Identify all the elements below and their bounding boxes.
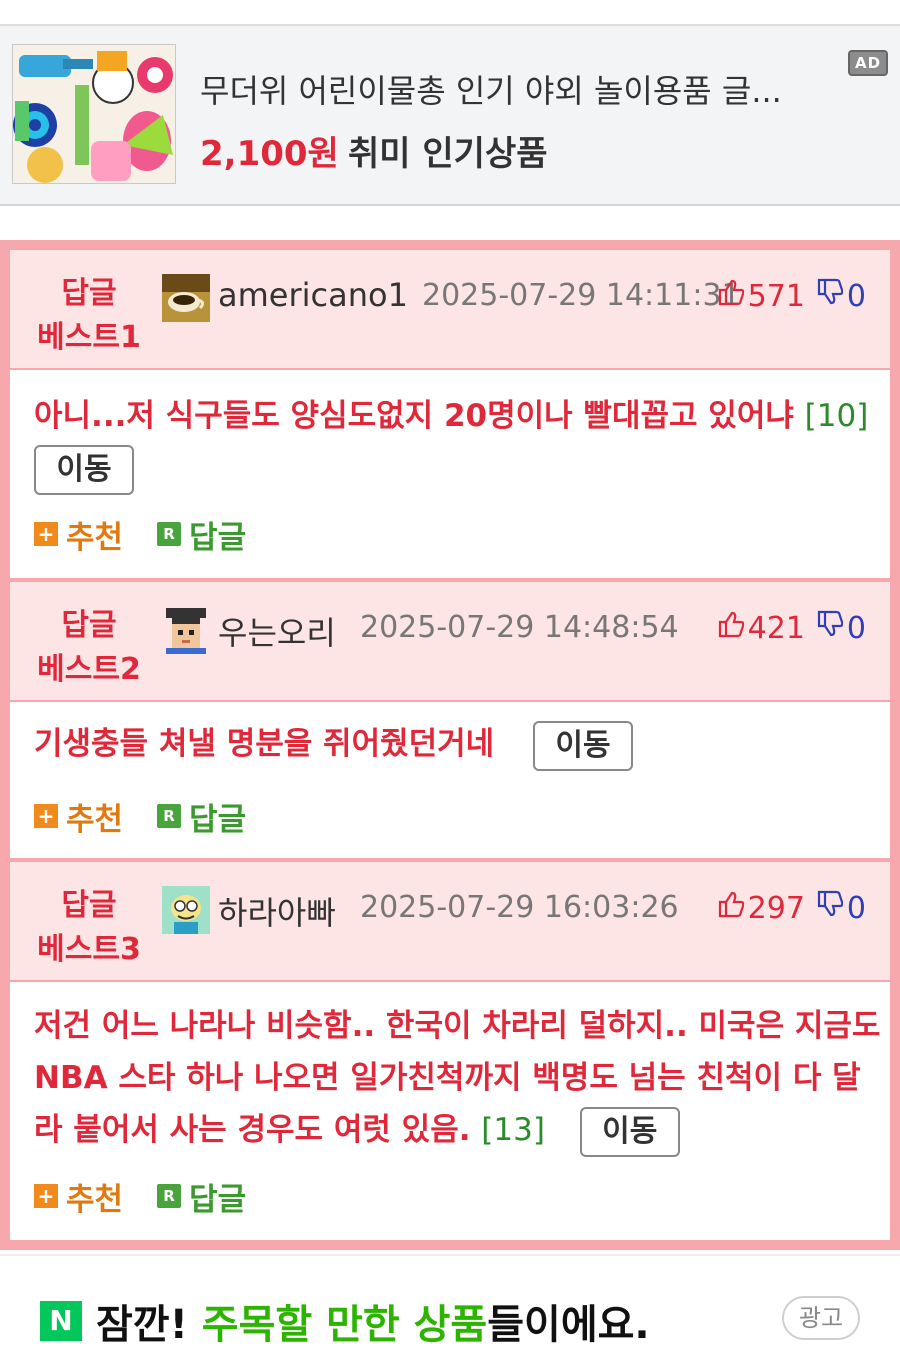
reply-datetime: 2025-07-29 14:48:54	[360, 610, 679, 645]
best-badge: 답글 베스트1	[34, 272, 144, 360]
reply-text-content: 아니...저 식구들도 양심도없지 20명이나 빨대꼽고 있어냐	[34, 398, 794, 434]
promo-text: 잠깐! 주목할 만한 상품들이에요.	[96, 1292, 650, 1350]
reply-votes: 421 0	[718, 610, 866, 646]
pixel-person-avatar[interactable]	[162, 606, 210, 654]
thumbs-down-icon[interactable]	[817, 610, 844, 646]
reply-count[interactable]: [13]	[481, 1112, 545, 1148]
reply-header: 답글 베스트1 americano1 2025-07-29 14:11:31 5…	[10, 250, 890, 368]
thumbs-down-icon[interactable]	[817, 278, 844, 314]
cartoon-face-avatar[interactable]	[162, 886, 210, 934]
recommend-button[interactable]: + 추천	[34, 512, 123, 557]
recommend-label: 추천	[66, 1181, 124, 1218]
best-badge-line1: 답글	[61, 608, 117, 643]
best-replies-section: 답글 베스트1 americano1 2025-07-29 14:11:31 5…	[0, 240, 900, 1250]
reply-nickname[interactable]: 하라아빠	[218, 888, 336, 934]
reply-button[interactable]: R 답글	[157, 512, 246, 557]
reply-header: 답글 베스트3 하라아빠 2025-07-29 16:03:26 297 0	[10, 862, 890, 980]
promo-text-suffix: 들이에요.	[487, 1302, 650, 1348]
move-button[interactable]: 이동	[579, 1106, 680, 1157]
reply-datetime: 2025-07-29 14:11:31	[422, 278, 741, 313]
down-count: 0	[846, 890, 866, 926]
reply-header: 답글 베스트2 우는오리 2025-07-29 14:48:54 421 0	[10, 582, 890, 700]
plus-icon: +	[34, 522, 58, 546]
best-badge: 답글 베스트3	[34, 884, 144, 972]
plus-icon: +	[34, 804, 58, 828]
best-badge: 답글 베스트2	[34, 604, 144, 692]
reply-body: 기생충들 쳐낼 명분을 쥐어줬던거네 이동 + 추천 R 답글	[10, 702, 890, 858]
best-badge-line2: 베스트2	[37, 652, 141, 687]
reply-text: 아니...저 식구들도 양심도없지 20명이나 빨대꼽고 있어냐 [10] 이동	[34, 390, 874, 495]
up-count: 571	[747, 278, 805, 314]
reply-text: 기생충들 쳐낼 명분을 쥐어줬던거네 이동	[34, 718, 874, 771]
reply-button[interactable]: R 답글	[157, 1174, 246, 1219]
reply-icon: R	[157, 804, 182, 828]
best-badge-line2: 베스트3	[37, 932, 141, 967]
reply-body: 아니...저 식구들도 양심도없지 20명이나 빨대꼽고 있어냐 [10] 이동…	[10, 370, 890, 578]
best-badge-line2: 베스트1	[37, 320, 141, 355]
ad-label[interactable]: 광고	[782, 1296, 860, 1340]
down-count: 0	[846, 610, 866, 646]
recommend-button[interactable]: + 추천	[34, 794, 123, 839]
reply-datetime: 2025-07-29 16:03:26	[360, 890, 679, 925]
reply-count[interactable]: [10]	[805, 398, 869, 434]
reply-button[interactable]: R 답글	[157, 794, 246, 839]
move-button[interactable]: 이동	[532, 720, 633, 771]
recommend-label: 추천	[66, 801, 124, 838]
reply-actions: + 추천 R 답글	[34, 794, 280, 839]
reply-nickname[interactable]: americano1	[218, 276, 408, 314]
reply-icon: R	[157, 522, 182, 546]
promo-text-highlight: 주목할 만한 상품	[201, 1302, 488, 1348]
reply-icon: R	[157, 1184, 182, 1208]
reply-text-content: 저건 어느 나라나 비슷함.. 한국이 차라리 덜하지.. 미국은 지금도 NB…	[34, 1008, 881, 1148]
best-badge-line1: 답글	[61, 888, 117, 923]
shopping-promo-bar[interactable]: N 잠깐! 주목할 만한 상품들이에요. 광고	[0, 1254, 900, 1363]
thumbs-up-icon[interactable]	[718, 278, 744, 314]
reply-votes: 571 0	[718, 278, 866, 314]
thumbs-up-icon[interactable]	[718, 610, 744, 646]
up-count: 297	[747, 890, 805, 926]
thumbs-down-icon[interactable]	[817, 890, 844, 926]
reply-actions: + 추천 R 답글	[34, 512, 280, 557]
naver-logo: N	[40, 1301, 82, 1341]
plus-icon: +	[34, 1184, 58, 1208]
ad-banner[interactable]: 무더위 어린이물총 인기 야외 놀이용품 글... 2,100원 취미 인기상품…	[0, 26, 900, 206]
reply-votes: 297 0	[718, 890, 866, 926]
ad-category: 취미 인기상품	[348, 134, 548, 174]
top-strip	[0, 0, 900, 26]
recommend-button[interactable]: + 추천	[34, 1174, 123, 1219]
best-badge-line1: 답글	[61, 276, 117, 311]
reply-nickname[interactable]: 우는오리	[218, 608, 336, 654]
coffee-cup-avatar[interactable]	[162, 274, 210, 322]
reply-body: 저건 어느 나라나 비슷함.. 한국이 차라리 덜하지.. 미국은 지금도 NB…	[10, 982, 890, 1240]
reply-text-content: 기생충들 쳐낼 명분을 쥐어줬던거네	[34, 726, 495, 762]
reply-label: 답글	[189, 519, 247, 556]
promo-text-prefix: 잠깐!	[96, 1302, 202, 1348]
reply-text: 저건 어느 나라나 비슷함.. 한국이 차라리 덜하지.. 미국은 지금도 NB…	[34, 1000, 882, 1157]
ad-title[interactable]: 무더위 어린이물총 인기 야외 놀이용품 글...	[200, 66, 840, 112]
ad-price: 2,100원	[200, 134, 339, 174]
ad-product-image[interactable]	[12, 44, 176, 184]
reply-label: 답글	[189, 801, 247, 838]
ad-tag: AD	[848, 50, 888, 76]
move-button[interactable]: 이동	[34, 444, 134, 495]
recommend-label: 추천	[66, 519, 124, 556]
reply-label: 답글	[189, 1181, 247, 1218]
thumbs-up-icon[interactable]	[718, 890, 744, 926]
down-count: 0	[846, 278, 866, 314]
reply-actions: + 추천 R 답글	[34, 1174, 280, 1219]
up-count: 421	[747, 610, 805, 646]
